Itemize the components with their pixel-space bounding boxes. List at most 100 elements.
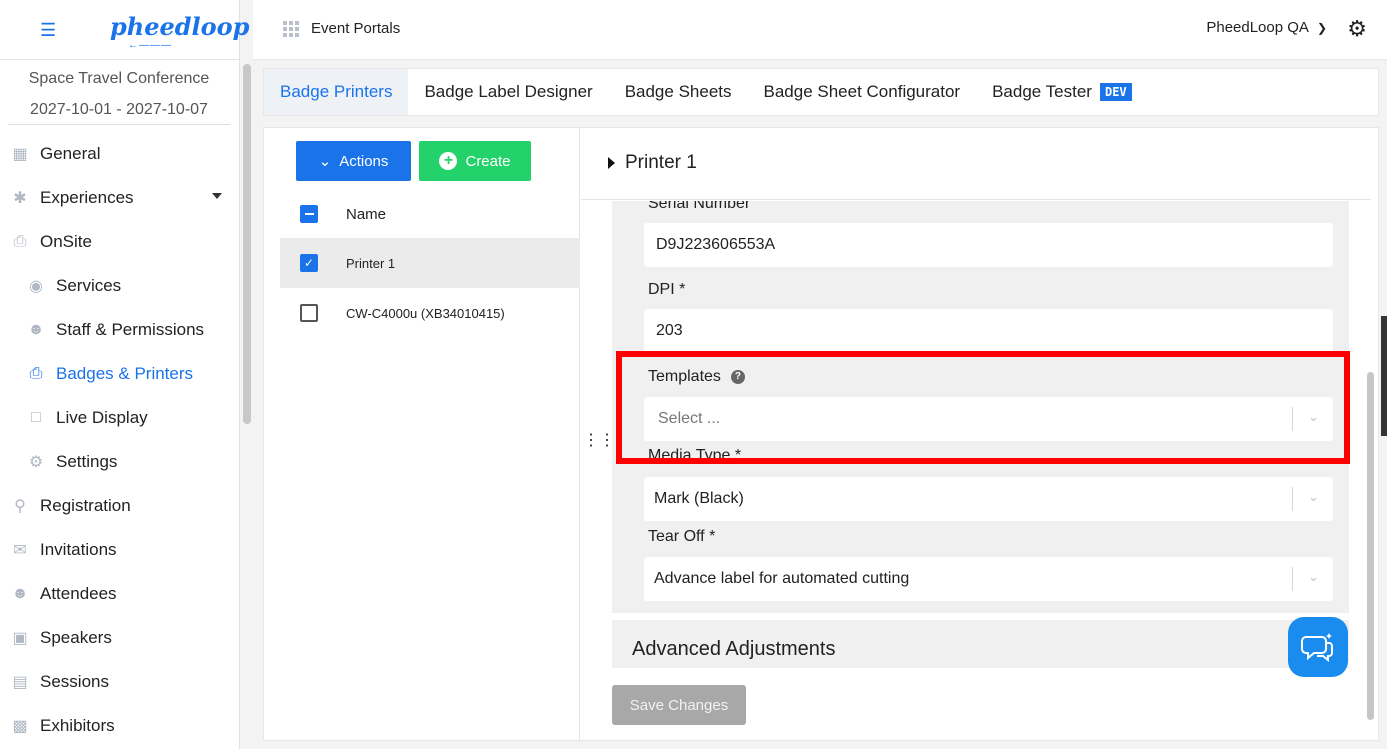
column-header-name: Name — [346, 205, 387, 223]
printer-name: Printer 1 — [346, 255, 396, 271]
account-name: PheedLoop QA — [1206, 19, 1309, 36]
settings-gear-icon[interactable]: ⚙ — [1347, 16, 1367, 42]
advanced-adjustments-title: Advanced Adjustments — [632, 638, 836, 660]
sidebar-item-label: Invitations — [40, 540, 117, 559]
cart-icon: ⚲ — [14, 498, 26, 515]
select-separator — [1292, 487, 1293, 511]
logo-bar: ☰ pheedloop ←——— — [0, 0, 249, 60]
list-item[interactable]: CW-C4000u (XB34010415) — [280, 288, 580, 338]
printer-name: CW-C4000u (XB34010415) — [346, 305, 505, 321]
sidebar-item-label: Registration — [40, 496, 131, 515]
sidebar-item-label: Experiences — [40, 188, 134, 207]
event-name: Space Travel Conference — [28, 70, 210, 87]
gear-icon: ⚙ — [28, 454, 44, 471]
printer-list-column: ⌄ Actions + Create Name ✓ Printer 1 CW-C… — [264, 128, 580, 740]
media-type-select[interactable]: Mark (Black) ⌄ — [644, 477, 1333, 521]
templates-label: Templates? — [648, 368, 745, 386]
account-menu[interactable]: PheedLoop QA ❯ — [1206, 19, 1327, 36]
sidebar-nav: ▦ General ✱ Experiences ⎙ OnSite ◉ Servi… — [0, 132, 238, 748]
dev-badge: DEV — [1099, 83, 1132, 101]
expand-triangle-icon[interactable] — [608, 157, 615, 169]
person-icon: ✱ — [13, 190, 27, 207]
row-checkbox[interactable]: ✓ — [300, 254, 318, 272]
chat-support-button[interactable] — [1288, 617, 1348, 677]
chevron-down-icon: ⌄ — [1308, 489, 1319, 504]
sidebar-item-registration[interactable]: ⚲ Registration — [0, 484, 238, 528]
media-type-value: Mark (Black) — [654, 490, 744, 507]
tear-off-value: Advance label for automated cutting — [654, 570, 910, 587]
sidebar-item-settings[interactable]: ⚙ Settings — [0, 440, 238, 484]
people-icon: ☻ — [27, 321, 45, 338]
list-item[interactable]: ✓ Printer 1 — [280, 238, 580, 288]
select-separator — [1292, 407, 1293, 431]
sidebar-item-label: OnSite — [40, 232, 92, 251]
sidebar-item-invitations[interactable]: ✉ Invitations — [0, 528, 238, 572]
actions-button[interactable]: ⌄ Actions — [296, 141, 411, 181]
detail-scrollbar[interactable] — [1367, 372, 1374, 720]
create-label: Create — [465, 152, 511, 170]
caret-down-icon[interactable] — [212, 193, 222, 199]
sidebar-item-label: Live Display — [56, 408, 148, 427]
printer-icon: ⎙ — [13, 233, 27, 250]
sidebar-item-staff[interactable]: ☻ Staff & Permissions — [0, 308, 238, 352]
templates-select[interactable]: Select ... ⌄ — [644, 397, 1333, 441]
help-icon[interactable]: ? — [730, 369, 745, 384]
sidebar-item-general[interactable]: ▦ General — [0, 132, 238, 176]
sidebar-item-label: Settings — [56, 452, 118, 471]
printer-title: Printer 1 — [625, 152, 697, 173]
tab-badge-printers[interactable]: Badge Printers — [264, 69, 409, 115]
chevron-down-icon: ⌄ — [1308, 409, 1319, 424]
sidebar-item-sessions[interactable]: ▤ Sessions — [0, 660, 238, 704]
row-checkbox[interactable] — [300, 304, 318, 322]
sidebar-item-services[interactable]: ◉ Services — [0, 264, 238, 308]
select-all-checkbox[interactable] — [300, 205, 318, 223]
media-type-label: Media Type * — [648, 447, 742, 464]
presenter-icon: ▣ — [12, 630, 28, 647]
sidebar-item-speakers[interactable]: ▣ Speakers — [0, 616, 238, 660]
sidebar-item-label: General — [40, 144, 101, 163]
sidebar-item-badges-printers[interactable]: ⎙ Badges & Printers — [0, 352, 238, 396]
select-separator — [1292, 567, 1293, 591]
apps-grid-icon[interactable] — [283, 21, 299, 37]
chevron-down-icon: ⌄ — [318, 153, 332, 170]
main-panel: ⌄ Actions + Create Name ✓ Printer 1 CW-C… — [263, 127, 1379, 741]
serial-number-field[interactable]: D9J223606553A — [644, 223, 1333, 267]
sidebar-item-label: Attendees — [40, 584, 117, 603]
sidebar-item-attendees[interactable]: ☻ Attendees — [0, 572, 238, 616]
detail-header[interactable]: Printer 1 — [581, 128, 1371, 200]
sidebar-item-experiences[interactable]: ✱ Experiences — [0, 176, 238, 220]
window-edge — [1381, 316, 1387, 436]
printer-icon: ⎙ — [29, 365, 43, 382]
plus-circle-icon: + — [439, 152, 458, 170]
tear-off-label: Tear Off * — [648, 528, 716, 545]
tab-badge-sheet-configurator[interactable]: Badge Sheet Configurator — [748, 69, 977, 115]
chevron-down-icon: ❯ — [1316, 21, 1327, 35]
chevron-down-icon: ⌄ — [1308, 569, 1319, 584]
monitor-icon: □ — [31, 409, 41, 426]
sidebar-item-live-display[interactable]: □ Live Display — [0, 396, 238, 440]
create-button[interactable]: + Create — [419, 141, 531, 181]
sidebar-item-label: Sessions — [40, 672, 109, 691]
advanced-adjustments-section[interactable]: Advanced Adjustments — [612, 620, 1349, 668]
sidebar-item-label: Badges & Printers — [56, 364, 194, 383]
pheedloop-logo[interactable]: pheedloop — [110, 12, 249, 41]
event-dates: 2027-10-01 - 2027-10-07 — [30, 101, 208, 118]
tear-off-select[interactable]: Advance label for automated cutting ⌄ — [644, 557, 1333, 601]
topbar: Event Portals PheedLoop QA ❯ ⚙ — [253, 0, 1387, 60]
tab-badge-tester[interactable]: Badge Tester DEV — [976, 69, 1148, 115]
dpi-field[interactable]: 203 — [644, 309, 1333, 353]
booth-icon: ▩ — [12, 718, 28, 735]
templates-label-text: Templates — [648, 368, 721, 385]
tab-badge-label-designer[interactable]: Badge Label Designer — [408, 69, 608, 115]
logo-underline: ←——— — [128, 40, 172, 51]
sidebar-scrollbar[interactable] — [243, 64, 251, 424]
sidebar-item-label: Speakers — [40, 628, 112, 647]
event-portals-link[interactable]: Event Portals — [311, 20, 400, 37]
tab-badge-sheets[interactable]: Badge Sheets — [609, 69, 748, 115]
sidebar-item-onsite[interactable]: ⎙ OnSite — [0, 220, 238, 264]
templates-placeholder: Select ... — [658, 410, 721, 427]
people-icon: ☻ — [11, 585, 29, 602]
sidebar-item-exhibitors[interactable]: ▩ Exhibitors — [0, 704, 238, 748]
save-changes-button[interactable]: Save Changes — [612, 685, 746, 725]
hamburger-icon[interactable]: ☰ — [40, 20, 56, 41]
